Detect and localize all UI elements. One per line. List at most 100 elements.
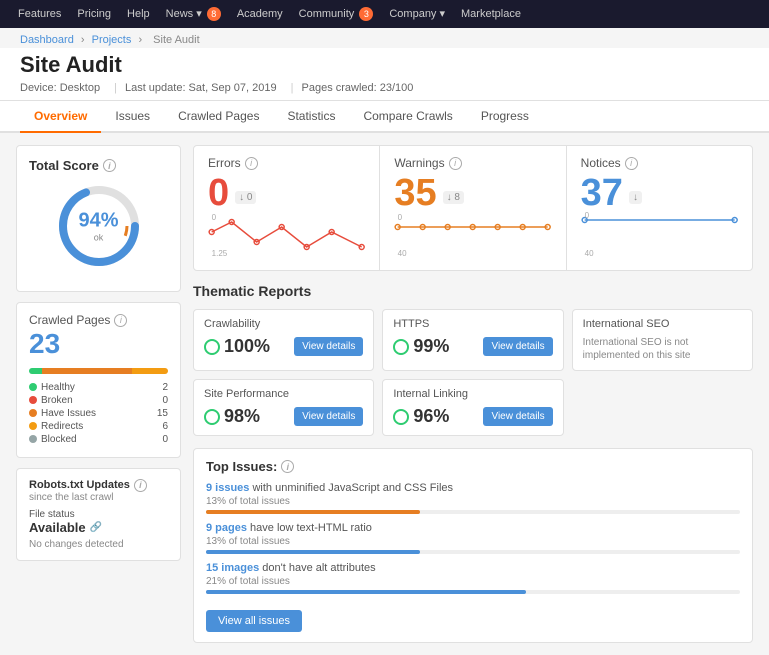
notices-metric: Notices i 37 ↓ 40 0 [567, 146, 752, 270]
nav-marketplace[interactable]: Marketplace [453, 0, 529, 28]
warnings-chart: 40 0 [394, 212, 551, 257]
notices-chart: 40 0 [581, 212, 738, 257]
dot-blocked [29, 435, 37, 443]
metrics-row: Errors i 0 ↓ 0 1.25 0 [193, 145, 753, 271]
warnings-value: 35 [394, 174, 436, 212]
score-percent: 94% [78, 210, 118, 233]
pages-crawled: Pages crawled: 23/100 [302, 82, 414, 94]
view-details-crawlability[interactable]: View details [294, 337, 363, 356]
crawled-pages-title: Crawled Pages i [29, 313, 168, 327]
notices-change: ↓ [629, 191, 642, 204]
issue-count-2: 15 images [206, 562, 259, 574]
notices-info-icon[interactable]: i [625, 157, 638, 170]
issue-text-1: 9 pages have low text-HTML ratio [206, 522, 740, 534]
main-content: Total Score i 94% ok [0, 133, 769, 655]
report-https-row: 99% View details [393, 336, 552, 357]
circle-icon-perf [204, 409, 220, 425]
svg-text:0: 0 [398, 213, 403, 222]
report-site-performance: Site Performance 98% View details [193, 379, 374, 436]
issue-item-0: 9 issues with unminified JavaScript and … [206, 482, 740, 514]
svg-text:0: 0 [212, 213, 217, 222]
errors-value: 0 [208, 174, 229, 212]
view-details-linking[interactable]: View details [483, 407, 552, 426]
nav-features[interactable]: Features [10, 0, 69, 28]
errors-title: Errors i [208, 156, 365, 170]
issue-pct-1: 13% of total issues [206, 536, 740, 547]
report-international-seo: International SEO International SEO is n… [572, 309, 753, 371]
warnings-metric: Warnings i 35 ↓ 8 40 0 [380, 146, 566, 270]
report-perf-row: 98% View details [204, 406, 363, 427]
device-label: Device: Desktop [20, 82, 100, 94]
issue-bar-bg-0 [206, 510, 740, 514]
issue-item-1: 9 pages have low text-HTML ratio 13% of … [206, 522, 740, 554]
breadcrumb-dashboard[interactable]: Dashboard [20, 34, 74, 46]
issue-item-2: 15 images don't have alt attributes 21% … [206, 562, 740, 594]
tab-overview[interactable]: Overview [20, 101, 101, 133]
report-intl-seo-note: International SEO is not implemented on … [583, 336, 742, 362]
donut-text: 94% ok [78, 210, 118, 243]
robots-note: No changes detected [29, 539, 168, 550]
robots-info-icon[interactable]: i [134, 479, 147, 492]
warnings-info-icon[interactable]: i [449, 157, 462, 170]
breadcrumb: Dashboard › Projects › Site Audit [0, 28, 769, 48]
view-details-perf[interactable]: View details [294, 407, 363, 426]
dot-redirects [29, 422, 37, 430]
view-details-https[interactable]: View details [483, 337, 552, 356]
page-header: Site Audit Device: Desktop | Last update… [0, 48, 769, 101]
crawled-pages-info-icon[interactable]: i [114, 314, 127, 327]
robots-card: Robots.txt Updates i since the last craw… [16, 468, 181, 561]
tab-issues[interactable]: Issues [101, 101, 164, 133]
legend-healthy: Healthy 2 [29, 382, 168, 393]
issue-bar-0 [206, 510, 420, 514]
nav-news[interactable]: News ▾ 8 [158, 0, 229, 28]
tab-crawled-pages[interactable]: Crawled Pages [164, 101, 273, 133]
nav-company[interactable]: Company ▾ [381, 0, 453, 28]
robots-status-label: File status [29, 509, 168, 520]
bar-redirects [132, 368, 168, 374]
breadcrumb-projects[interactable]: Projects [92, 34, 132, 46]
issue-text-2: 15 images don't have alt attributes [206, 562, 740, 574]
top-navigation: Features Pricing Help News ▾ 8 Academy C… [0, 0, 769, 28]
tab-progress[interactable]: Progress [467, 101, 543, 133]
top-issues-section: Top Issues: i 9 issues with unminified J… [193, 448, 753, 643]
issue-bar-bg-2 [206, 590, 740, 594]
report-linking-row: 96% View details [393, 406, 552, 427]
nav-pricing[interactable]: Pricing [69, 0, 119, 28]
issue-bar-bg-1 [206, 550, 740, 554]
tab-statistics[interactable]: Statistics [273, 101, 349, 133]
errors-chart: 1.25 0 [208, 212, 365, 257]
legend-broken: Broken 0 [29, 395, 168, 406]
errors-metric: Errors i 0 ↓ 0 1.25 0 [194, 146, 380, 270]
report-internal-linking: Internal Linking 96% View details [382, 379, 563, 436]
page-meta: Device: Desktop | Last update: Sat, Sep … [20, 82, 749, 94]
errors-change: ↓ 0 [235, 191, 256, 204]
issue-bar-1 [206, 550, 420, 554]
nav-community[interactable]: Community 3 [291, 0, 382, 28]
tab-compare-crawls[interactable]: Compare Crawls [349, 101, 466, 133]
nav-help[interactable]: Help [119, 0, 158, 28]
robots-link-icon[interactable]: 🔗 [90, 522, 102, 533]
dot-have-issues [29, 409, 37, 417]
errors-info-icon[interactable]: i [245, 157, 258, 170]
top-issues-info-icon[interactable]: i [281, 460, 294, 473]
report-https-name: HTTPS [393, 318, 552, 330]
legend-blocked: Blocked 0 [29, 434, 168, 445]
nav-academy[interactable]: Academy [229, 0, 291, 28]
issue-text-0: 9 issues with unminified JavaScript and … [206, 482, 740, 494]
crawled-pages-legend: Healthy 2 Broken 0 Have Issues [29, 382, 168, 445]
issue-bar-2 [206, 590, 526, 594]
warnings-change: ↓ 8 [443, 191, 464, 204]
svg-text:0: 0 [584, 212, 589, 220]
left-panel: Total Score i 94% ok [16, 145, 181, 643]
report-crawlability-name: Crawlability [204, 318, 363, 330]
robots-subtitle: since the last crawl [29, 492, 168, 503]
report-linking-score: 96% [393, 406, 449, 427]
legend-have-issues: Have Issues 15 [29, 408, 168, 419]
view-all-issues-button[interactable]: View all issues [206, 610, 302, 632]
circle-icon-linking [393, 409, 409, 425]
total-score-info-icon[interactable]: i [103, 159, 116, 172]
page-title: Site Audit [20, 52, 749, 78]
report-https: HTTPS 99% View details [382, 309, 563, 371]
community-badge: 3 [359, 7, 373, 21]
svg-text:1.25: 1.25 [212, 249, 228, 257]
